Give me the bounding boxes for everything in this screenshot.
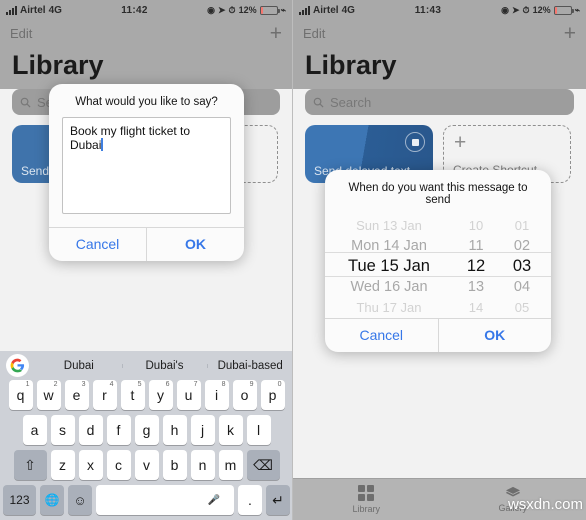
suggestion-1[interactable]: Dubai's <box>121 360 208 372</box>
key-f[interactable]: f <box>106 415 131 445</box>
key-number-hint: 7 <box>193 381 198 388</box>
key-g[interactable]: g <box>134 415 159 445</box>
picker-row[interactable]: Tue 15 Jan 12 03 <box>325 256 551 277</box>
text-caret <box>101 138 103 151</box>
screen-right: Airtel 4G 11:43 ◉ ➤ ⏱ 12% ⌁ Edit + Libra… <box>293 0 586 520</box>
on-screen-keyboard: Dubai Dubai's Dubai-based 1q2w3e4r5t6y7u… <box>0 351 292 520</box>
key-u[interactable]: 7u <box>176 380 201 410</box>
suggestion-0[interactable]: Dubai <box>36 360 122 372</box>
schedule-dialog: When do you want this message to send Su… <box>325 170 551 352</box>
datetime-picker[interactable]: Sun 13 Jan 10 01 Mon 14 Jan 11 02 Tue 15 Jan 12… <box>325 215 551 318</box>
dialog-title: When do you want this message to send <box>348 182 528 206</box>
key-r[interactable]: 4r <box>92 380 117 410</box>
key-number-hint: 9 <box>249 381 254 388</box>
picker-row[interactable]: Wed 16 Jan 13 04 <box>325 277 551 298</box>
ask-text-dialog: What would you like to say? Book my flig… <box>49 84 244 261</box>
picker-rows: Sun 13 Jan 10 01 Mon 14 Jan 11 02 Tue 15 Jan 12… <box>325 215 551 318</box>
key-w[interactable]: 2w <box>36 380 61 410</box>
key-number-hint: 5 <box>137 381 142 388</box>
picker-hour: 13 <box>467 279 485 296</box>
numbers-key[interactable]: 123 <box>3 485 36 515</box>
keyboard-row-4: 123 🌐 ☺ 🎤 . ↵ <box>0 485 292 520</box>
cancel-button[interactable]: Cancel <box>49 228 146 261</box>
emoji-icon[interactable]: ☺ <box>68 485 92 515</box>
key-z[interactable]: z <box>50 450 75 480</box>
picker-minute: 04 <box>513 279 531 296</box>
key-number-hint: 4 <box>109 381 114 388</box>
picker-date: Sun 13 Jan <box>356 217 422 233</box>
dual-screenshot: Airtel 4G 11:42 ◉ ➤ ⏱ 12% ⌁ Edit + Libra… <box>0 0 586 520</box>
key-t[interactable]: 5t <box>120 380 145 410</box>
period-key[interactable]: . <box>238 485 262 515</box>
ok-button[interactable]: OK <box>437 319 552 352</box>
keyboard-row-1: 1q2w3e4r5t6y7u8i9o0p <box>0 380 292 415</box>
key-number-hint: 2 <box>53 381 58 388</box>
key-i[interactable]: 8i <box>204 380 229 410</box>
dialog-title: What would you like to say? <box>75 96 218 108</box>
keyboard-row-3: ⇧ zxcvbnm ⌫ <box>0 450 292 485</box>
picker-hour: 11 <box>468 237 484 254</box>
picker-date: Mon 14 Jan <box>351 237 427 254</box>
key-a[interactable]: a <box>22 415 47 445</box>
ok-button[interactable]: OK <box>146 228 244 261</box>
picker-hour: 12 <box>466 256 486 275</box>
key-e[interactable]: 3e <box>64 380 89 410</box>
google-logo-icon[interactable] <box>6 354 29 377</box>
key-number-hint: 3 <box>81 381 86 388</box>
key-b[interactable]: b <box>162 450 187 480</box>
picker-date: Thu 17 Jan <box>356 300 422 316</box>
return-key[interactable]: ↵ <box>266 485 290 515</box>
picker-hour: 10 <box>468 217 484 233</box>
dialog-actions: Cancel OK <box>49 227 244 261</box>
picker-date: Tue 15 Jan <box>348 256 430 275</box>
picker-row[interactable]: Sun 13 Jan 10 01 <box>325 215 551 236</box>
key-v[interactable]: v <box>134 450 159 480</box>
picker-date: Wed 16 Jan <box>350 279 428 296</box>
key-number-hint: 0 <box>277 381 282 388</box>
picker-minute: 05 <box>514 300 530 316</box>
keyboard-row-2: asdfghjkl <box>0 415 292 450</box>
dialog-actions: Cancel OK <box>325 318 551 352</box>
picker-minute: 03 <box>512 256 532 275</box>
key-d[interactable]: d <box>78 415 103 445</box>
modal-overlay-right: When do you want this message to send Su… <box>293 0 586 520</box>
key-l[interactable]: l <box>246 415 271 445</box>
key-number-hint: 1 <box>25 381 30 388</box>
picker-minute: 02 <box>513 237 531 254</box>
shift-key[interactable]: ⇧ <box>13 450 47 480</box>
picker-hour: 14 <box>468 300 484 316</box>
screen-left: Airtel 4G 11:42 ◉ ➤ ⏱ 12% ⌁ Edit + Libra… <box>0 0 293 520</box>
globe-icon[interactable]: 🌐 <box>40 485 64 515</box>
picker-minute: 01 <box>514 217 530 233</box>
cancel-button[interactable]: Cancel <box>325 319 438 352</box>
key-q[interactable]: 1q <box>8 380 33 410</box>
picker-row[interactable]: Mon 14 Jan 11 02 <box>325 236 551 257</box>
picker-row[interactable]: Thu 17 Jan 14 05 <box>325 297 551 318</box>
key-y[interactable]: 6y <box>148 380 173 410</box>
suggestion-2[interactable]: Dubai-based <box>207 360 292 372</box>
message-text: Book my flight ticket to Dubai <box>70 124 191 152</box>
key-k[interactable]: k <box>218 415 243 445</box>
backspace-key[interactable]: ⌫ <box>246 450 280 480</box>
key-h[interactable]: h <box>162 415 187 445</box>
microphone-icon[interactable]: 🎤 <box>208 495 220 506</box>
key-o[interactable]: 9o <box>232 380 257 410</box>
suggestion-bar: Dubai Dubai's Dubai-based <box>0 351 292 380</box>
key-x[interactable]: x <box>78 450 103 480</box>
key-number-hint: 8 <box>221 381 226 388</box>
key-n[interactable]: n <box>190 450 215 480</box>
key-s[interactable]: s <box>50 415 75 445</box>
space-key[interactable]: 🎤 <box>96 485 234 515</box>
site-watermark: wsxdn.com <box>507 496 583 513</box>
message-textarea[interactable]: Book my flight ticket to Dubai <box>62 117 231 214</box>
key-p[interactable]: 0p <box>260 380 285 410</box>
key-number-hint: 6 <box>165 381 170 388</box>
key-j[interactable]: j <box>190 415 215 445</box>
google-g-glyph <box>10 358 25 373</box>
key-c[interactable]: c <box>106 450 131 480</box>
key-m[interactable]: m <box>218 450 243 480</box>
